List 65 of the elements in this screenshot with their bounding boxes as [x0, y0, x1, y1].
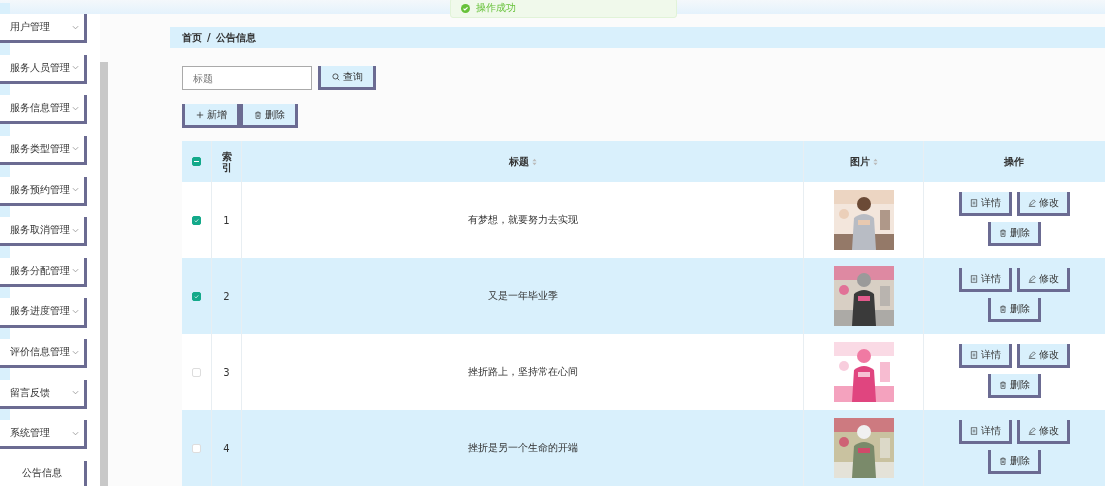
trash-icon: [998, 304, 1007, 313]
column-header: 操作: [1004, 154, 1024, 169]
breadcrumb-item: 公告信息: [215, 30, 256, 45]
edit-button[interactable]: 修改: [1016, 192, 1070, 216]
delete-button[interactable]: 删除: [987, 374, 1041, 398]
chevron-icon: [72, 24, 79, 30]
table-cell: 3: [223, 366, 230, 378]
delete-button[interactable]: 删除: [987, 298, 1041, 322]
scrollbar[interactable]: [100, 62, 108, 486]
delete-button[interactable]: 删除: [987, 222, 1041, 246]
breadcrumb-item: /: [207, 32, 211, 43]
sort-icon[interactable]: [531, 157, 537, 166]
pencil-icon: [1027, 198, 1036, 207]
plus-icon: [195, 110, 204, 119]
detail-button[interactable]: 详情: [958, 192, 1012, 216]
chevron-icon: [72, 268, 79, 274]
document-icon: [969, 350, 978, 359]
search-field[interactable]: 标题: [182, 66, 312, 90]
table-cell: 又是一年毕业季: [487, 289, 558, 303]
detail-button[interactable]: 详情: [958, 420, 1012, 444]
trash-icon: [998, 456, 1007, 465]
chevron-icon: [72, 349, 79, 355]
select-all-checkbox[interactable]: [192, 157, 201, 166]
table-cell: 有梦想，就要努力去实现: [467, 213, 578, 227]
trash-icon: [998, 228, 1007, 237]
detail-button[interactable]: 详情: [958, 268, 1012, 292]
toast-text: 操作成功: [476, 1, 516, 15]
document-icon: [969, 274, 978, 283]
table-cell: 1: [223, 214, 230, 226]
search-icon: [331, 72, 340, 81]
detail-button[interactable]: 详情: [958, 344, 1012, 368]
table-cell: 2: [223, 290, 230, 302]
breadcrumb-item[interactable]: 首页: [182, 30, 202, 45]
column-header: 图片: [849, 154, 870, 169]
table-cell: 4: [223, 442, 230, 454]
edit-button[interactable]: 修改: [1016, 268, 1070, 292]
sort-icon[interactable]: [872, 157, 878, 166]
trash-icon: [253, 110, 262, 119]
column-header: 索引: [221, 150, 232, 173]
check-circle-icon: [461, 3, 470, 13]
edit-button[interactable]: 修改: [1016, 344, 1070, 368]
delete-button[interactable]: 删除: [240, 104, 298, 128]
chevron-icon: [72, 308, 79, 314]
chevron-icon: [72, 227, 79, 233]
document-icon: [969, 426, 978, 435]
row-checkbox[interactable]: [192, 291, 201, 301]
row-checkbox[interactable]: [192, 215, 201, 225]
pencil-icon: [1027, 426, 1036, 435]
table-cell: 挫折是另一个生命的开端: [467, 441, 578, 455]
edit-button[interactable]: 修改: [1016, 420, 1070, 444]
pencil-icon: [1027, 274, 1036, 283]
add-button[interactable]: 新增: [182, 104, 240, 128]
trash-icon: [998, 380, 1007, 389]
pencil-icon: [1027, 350, 1036, 359]
table-cell: 挫折路上，坚持常在心间: [467, 365, 578, 379]
chevron-icon: [72, 146, 79, 152]
chevron-icon: [72, 430, 79, 436]
delete-button[interactable]: 删除: [987, 450, 1041, 474]
chevron-icon: [72, 105, 79, 111]
chevron-icon: [72, 390, 79, 396]
chevron-icon: [72, 187, 79, 193]
column-header: 标题: [508, 154, 529, 169]
document-icon: [969, 198, 978, 207]
search-button[interactable]: 查询: [318, 66, 376, 90]
chevron-icon: [72, 65, 79, 71]
